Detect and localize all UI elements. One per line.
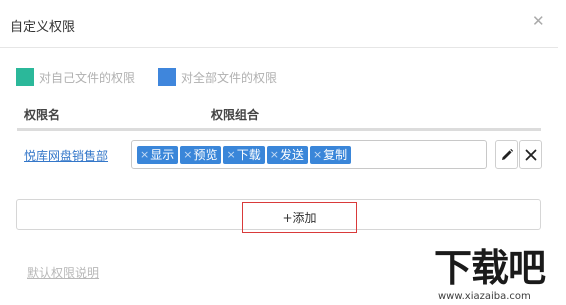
custom-permission-dialog: 自定义权限 ✕ 对自己文件的权限 对全部文件的权限 权限名 权限组合 悦库网盘销… [0, 0, 566, 305]
column-header-combination: 权限组合 [211, 108, 260, 122]
legend-own-files: 对自己文件的权限 [16, 67, 135, 87]
permission-name-link[interactable]: 悦库网盘销售部 [24, 147, 108, 164]
tag-label: 下载 [236, 148, 261, 162]
dialog-header: 自定义权限 ✕ [0, 0, 558, 48]
tag-remove-icon[interactable]: × [183, 146, 192, 164]
edit-button[interactable] [495, 140, 518, 169]
watermark-url: www.xiazaiba.com [438, 291, 531, 302]
tag-remove-icon[interactable]: × [313, 146, 322, 164]
add-button[interactable]: +添加 [242, 202, 357, 233]
pencil-icon [501, 148, 513, 160]
tag-label: 显示 [150, 148, 175, 162]
header-divider [17, 128, 541, 131]
tag-download: × 下载 [223, 146, 265, 164]
tag-list: × 显示 × 预览 × 下载 × 发送 × 复制 [137, 146, 352, 164]
permission-tags-input[interactable]: × 显示 × 预览 × 下载 × 发送 × 复制 [131, 140, 487, 169]
legend-swatch-own [16, 68, 34, 86]
watermark-logo-text: 下载吧 [434, 246, 546, 290]
tag-display: × 显示 [137, 146, 179, 164]
column-header-name: 权限名 [24, 108, 61, 122]
tag-copy: × 复制 [309, 146, 352, 164]
legend-label-own: 对自己文件的权限 [39, 70, 136, 85]
close-icon [525, 149, 536, 160]
tag-remove-icon[interactable]: × [140, 146, 149, 164]
tag-label: 复制 [323, 148, 348, 162]
default-permission-help-link[interactable]: 默认权限说明 [27, 264, 99, 281]
legend-label-all: 对全部文件的权限 [181, 70, 278, 85]
tag-remove-icon[interactable]: × [226, 146, 235, 164]
legend-swatch-all [158, 68, 176, 86]
delete-button[interactable] [519, 140, 542, 169]
dialog-title: 自定义权限 [10, 20, 76, 35]
tag-send: × 发送 [266, 146, 308, 164]
close-icon[interactable]: ✕ [532, 14, 545, 29]
tag-preview: × 预览 [180, 146, 222, 164]
tag-label: 预览 [193, 148, 218, 162]
watermark-logo: 下载吧 www.xiazaiba.com [430, 245, 564, 303]
tag-remove-icon[interactable]: × [270, 146, 279, 164]
tag-label: 发送 [279, 148, 304, 162]
legend-all-files: 对全部文件的权限 [158, 67, 277, 87]
